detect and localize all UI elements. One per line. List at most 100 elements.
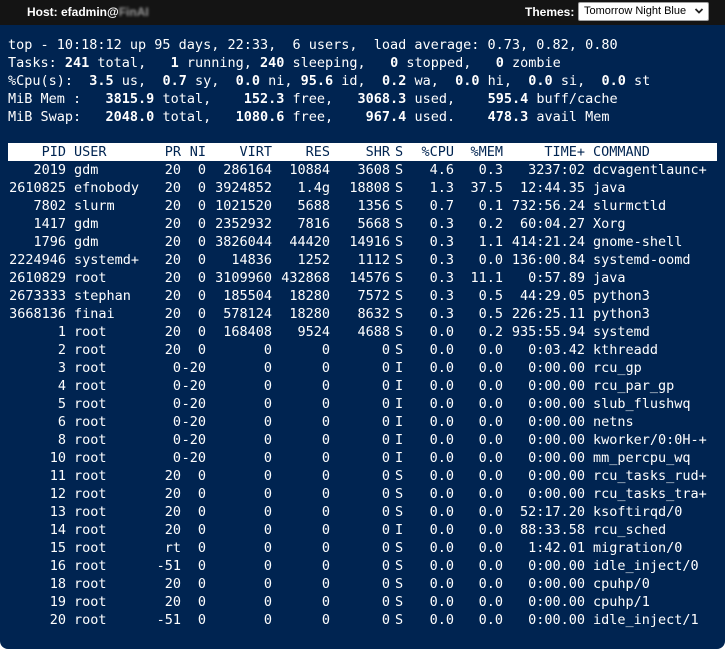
cell-res: 0: [321, 522, 330, 538]
cell-time: 12:44.35: [519, 180, 585, 196]
cell-ni: -20: [181, 414, 206, 430]
cell-command: dcvagentlaunc+: [593, 162, 707, 178]
cell-time: 0:00.00: [528, 612, 585, 628]
table-row: 2610825 efnobody 20 0 3924852 1.4g 18808 S 1.3 37…: [8, 179, 717, 197]
cell-pid: 2: [57, 342, 66, 358]
cell-user: root: [74, 324, 107, 340]
cell-time: 0:00.00: [528, 432, 585, 448]
cell-pr: 0: [172, 360, 181, 376]
table-row: 1796 gdm 20 0 3826044 44420 14916 S 0.3 1.1 414:21…: [8, 233, 717, 251]
cell-mem: 0.0: [478, 468, 503, 484]
theme-select[interactable]: Tomorrow Night Blue: [578, 2, 709, 21]
themes-label: Themes:: [525, 5, 575, 19]
cell-user: root: [74, 540, 107, 556]
cell-state: S: [395, 540, 404, 556]
cell-user: root: [74, 612, 107, 628]
cell-cpu: 0.0: [429, 540, 454, 556]
cell-mem: 1.1: [478, 234, 503, 250]
col-user: USER: [74, 144, 107, 160]
cell-pr: -51: [156, 558, 181, 574]
cell-pr: 20: [164, 342, 181, 358]
cell-mem: 0.0: [478, 594, 503, 610]
table-row: 16 root -51 0 0 0 0 S 0.0 0.0 0:00.00 idle_inject/0: [8, 557, 717, 575]
cell-ni: 0: [197, 234, 206, 250]
cell-command: rcu_par_gp: [593, 378, 675, 394]
chevron-down-icon: [694, 8, 704, 14]
cell-res: 0: [321, 414, 330, 430]
cell-command: rcu_sched: [593, 522, 667, 538]
cell-ni: -20: [181, 432, 206, 448]
cell-shr: 7572: [357, 288, 390, 304]
cell-cpu: 1.3: [429, 180, 454, 196]
cell-res: 18280: [289, 288, 330, 304]
cell-cpu: 0.3: [429, 234, 454, 250]
cell-ni: 0: [197, 558, 206, 574]
cell-ni: -20: [181, 378, 206, 394]
cell-mem: 0.2: [478, 216, 503, 232]
top-summary: top - 10:18:12 up 95 days, 22:33, 6 user…: [8, 36, 650, 126]
cell-shr: 0: [381, 378, 390, 394]
cell-time: 52:17.20: [519, 504, 585, 520]
cell-shr: 0: [381, 504, 390, 520]
cell-time: 414:21.24: [511, 234, 585, 250]
cell-res: 9524: [297, 324, 330, 340]
cell-mem: 0.0: [478, 558, 503, 574]
cell-user: root: [74, 414, 107, 430]
cell-pid: 10: [49, 450, 66, 466]
cell-command: cpuhp/1: [593, 594, 650, 610]
cell-res: 7816: [297, 216, 330, 232]
cell-cpu: 0.0: [429, 612, 454, 628]
cell-state: S: [395, 504, 404, 520]
cell-virt: 0: [263, 414, 272, 430]
cell-time: 732:56.24: [511, 198, 585, 214]
cell-res: 0: [321, 558, 330, 574]
cell-res: 0: [321, 576, 330, 592]
cell-cpu: 0.0: [429, 432, 454, 448]
cell-res: 0: [321, 432, 330, 448]
col-ni: NI: [189, 144, 206, 160]
cell-mem: 0.0: [478, 450, 503, 466]
cell-pid: 1417: [33, 216, 66, 232]
table-row: 4 root 0 -20 0 0 0 I 0.0 0.0 0:00.00 rcu_par_gp: [8, 377, 717, 395]
cell-user: gdm: [74, 234, 99, 250]
cell-shr: 0: [381, 468, 390, 484]
terminal[interactable]: top - 10:18:12 up 95 days, 22:33, 6 user…: [0, 25, 725, 649]
cell-state: S: [395, 288, 404, 304]
cell-pr: 20: [164, 198, 181, 214]
cell-shr: 0: [381, 360, 390, 376]
cell-ni: 0: [197, 324, 206, 340]
table-row: 5 root 0 -20 0 0 0 I 0.0 0.0 0:00.00 slub_flushwq: [8, 395, 717, 413]
col-state: S: [395, 144, 404, 160]
cell-ni: 0: [197, 252, 206, 268]
cell-virt: 14836: [231, 252, 272, 268]
cell-cpu: 0.3: [429, 252, 454, 268]
cell-res: 0: [321, 504, 330, 520]
cell-pid: 2673333: [9, 288, 66, 304]
cell-mem: 0.0: [478, 252, 503, 268]
tasks-line: Tasks: 241 total, 1 running, 240 sleepin…: [8, 55, 561, 71]
cell-pr: 20: [164, 324, 181, 340]
cell-pr: 20: [164, 252, 181, 268]
cell-virt: 0: [263, 360, 272, 376]
cell-pid: 20: [49, 612, 66, 628]
cell-command: slub_flushwq: [593, 396, 691, 412]
cell-state: S: [395, 324, 404, 340]
cell-shr: 0: [381, 432, 390, 448]
cell-cpu: 0.0: [429, 324, 454, 340]
cell-user: root: [74, 360, 107, 376]
cell-pr: 20: [164, 306, 181, 322]
table-row: 8 root 0 -20 0 0 0 I 0.0 0.0 0:00.00 kworker/0:0H-+: [8, 431, 717, 449]
cell-user: root: [74, 504, 107, 520]
cell-virt: 578124: [223, 306, 272, 322]
cell-ni: 0: [197, 612, 206, 628]
cell-command: rcu_gp: [593, 360, 642, 376]
cell-mem: 0.0: [478, 360, 503, 376]
theme-select-value: Tomorrow Night Blue: [584, 5, 687, 17]
table-row: 13 root 20 0 0 0 0 S 0.0 0.0 52:17.20 ksoftirqd/0: [8, 503, 717, 521]
cell-res: 0: [321, 594, 330, 610]
cell-user: root: [74, 396, 107, 412]
cell-state: S: [395, 198, 404, 214]
cell-res: 18280: [289, 306, 330, 322]
cell-pid: 2019: [33, 162, 66, 178]
table-row: 2019 gdm 20 0 286164 10884 3608 S 4.6 0.3 3237:02 d…: [8, 161, 717, 179]
